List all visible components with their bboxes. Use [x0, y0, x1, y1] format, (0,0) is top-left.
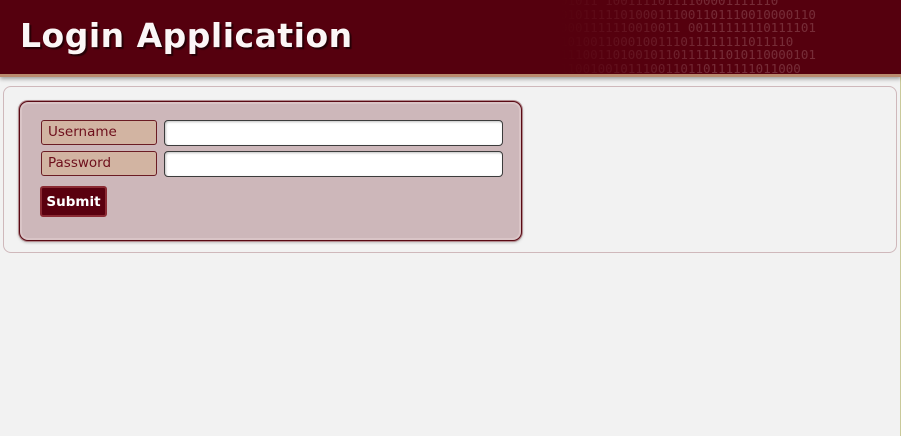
login-form: Username Password Submit	[19, 101, 522, 241]
password-input[interactable]	[164, 151, 503, 177]
app-header: 01011 10011110111100001111110 0101111101…	[0, 0, 901, 77]
login-page: 01011 10011110111100001111110 0101111101…	[0, 0, 901, 436]
username-input[interactable]	[164, 120, 503, 146]
app-title: Login Application	[20, 16, 353, 55]
content-panel: Username Password Submit	[3, 86, 897, 253]
password-label: Password	[41, 151, 157, 176]
submit-button[interactable]: Submit	[40, 186, 107, 217]
binary-background-pattern: 01011 10011110111100001111110 0101111101…	[560, 0, 816, 76]
username-label: Username	[41, 120, 157, 145]
